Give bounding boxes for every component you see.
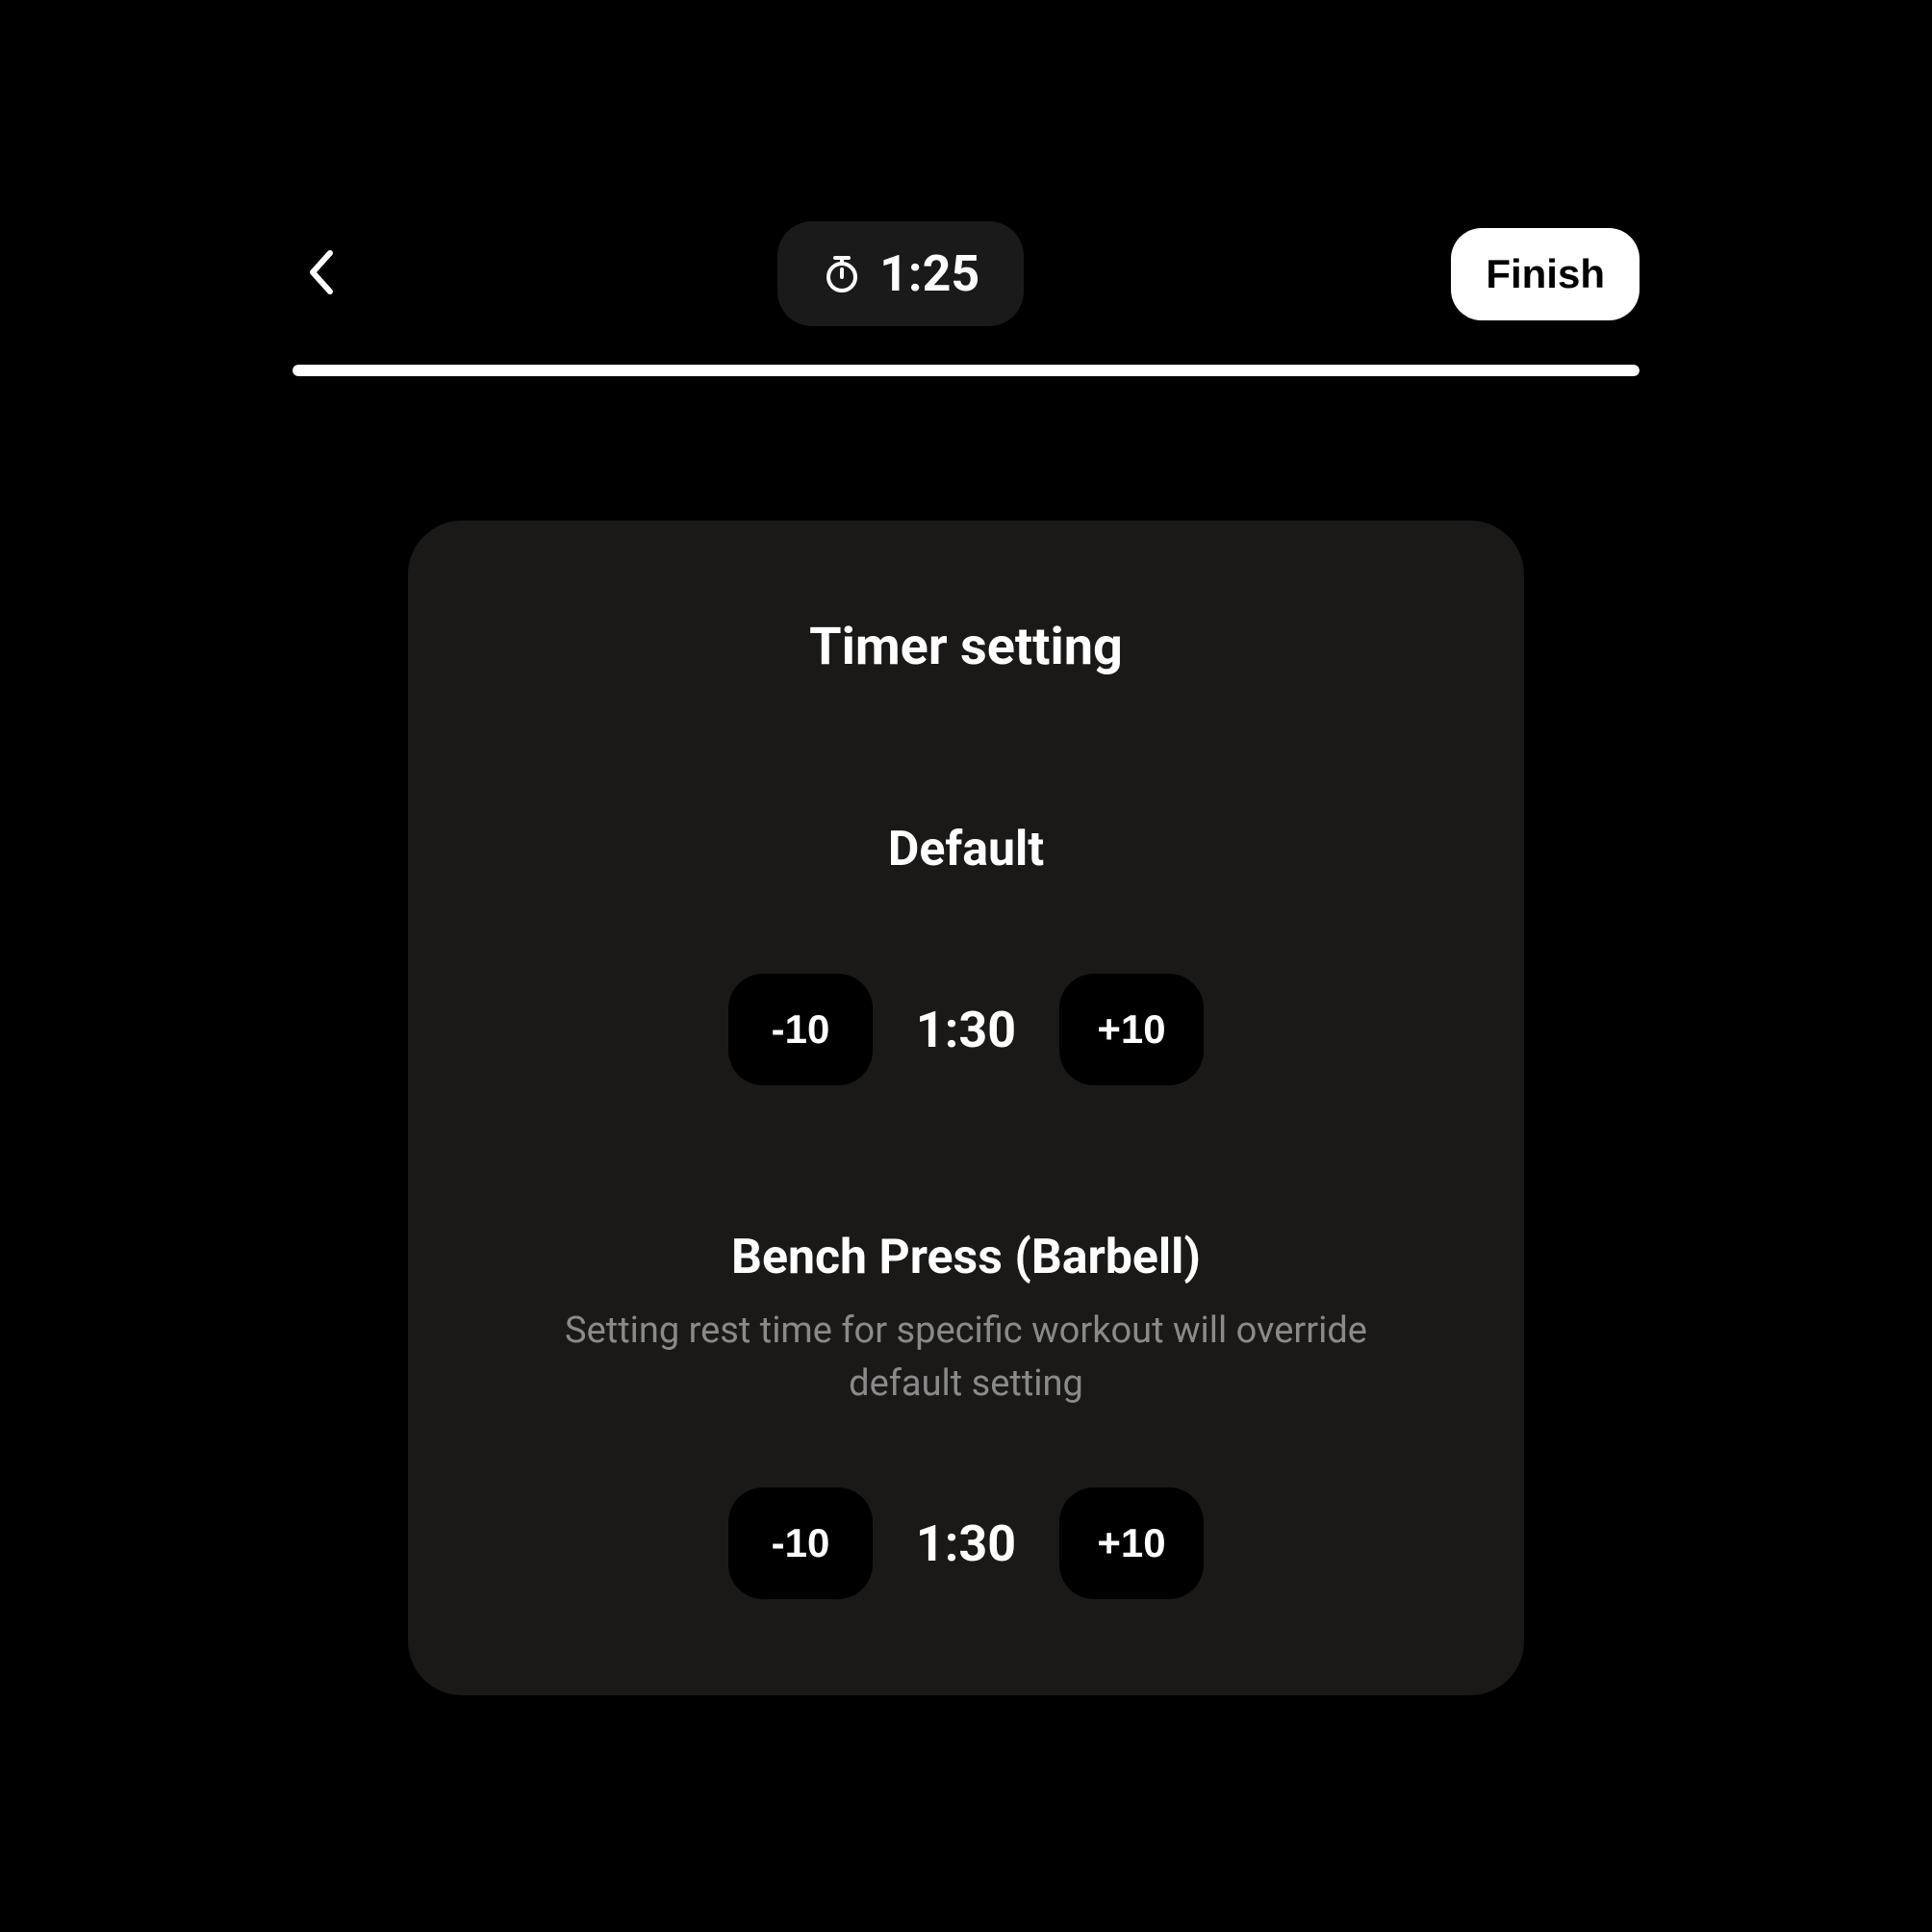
exercise-stepper: -10 1:30 +10 — [728, 1487, 1204, 1599]
chevron-left-icon — [307, 249, 336, 298]
default-stepper: -10 1:30 +10 — [728, 974, 1204, 1085]
timer-badge[interactable]: 1:25 — [777, 221, 1024, 326]
header: 1:25 Finish — [292, 192, 1640, 345]
stopwatch-icon — [822, 254, 862, 294]
exercise-timer-section: Bench Press (Barbell) Setting rest time … — [485, 1230, 1447, 1599]
exercise-minus-button[interactable]: -10 — [728, 1487, 873, 1599]
default-minus-button[interactable]: -10 — [728, 974, 873, 1085]
default-timer-value: 1:30 — [903, 1001, 1029, 1059]
exercise-timer-value: 1:30 — [903, 1514, 1029, 1573]
app-container: 1:25 Finish Timer setting Default -10 1:… — [0, 0, 1932, 1932]
timer-value: 1:25 — [879, 244, 979, 303]
modal-title: Timer setting — [809, 617, 1123, 677]
finish-button[interactable]: Finish — [1451, 228, 1640, 320]
progress-bar — [292, 365, 1640, 376]
progress-fill — [292, 365, 1640, 376]
default-timer-section: Default -10 1:30 +10 — [485, 822, 1447, 1085]
section-subtext-exercise: Setting rest time for specific workout w… — [543, 1305, 1389, 1411]
back-button[interactable] — [292, 245, 350, 303]
section-label-exercise: Bench Press (Barbell) — [731, 1230, 1201, 1285]
default-plus-button[interactable]: +10 — [1059, 974, 1204, 1085]
timer-setting-modal: Timer setting Default -10 1:30 +10 Bench… — [408, 521, 1524, 1695]
exercise-plus-button[interactable]: +10 — [1059, 1487, 1204, 1599]
section-label-default: Default — [888, 822, 1044, 877]
